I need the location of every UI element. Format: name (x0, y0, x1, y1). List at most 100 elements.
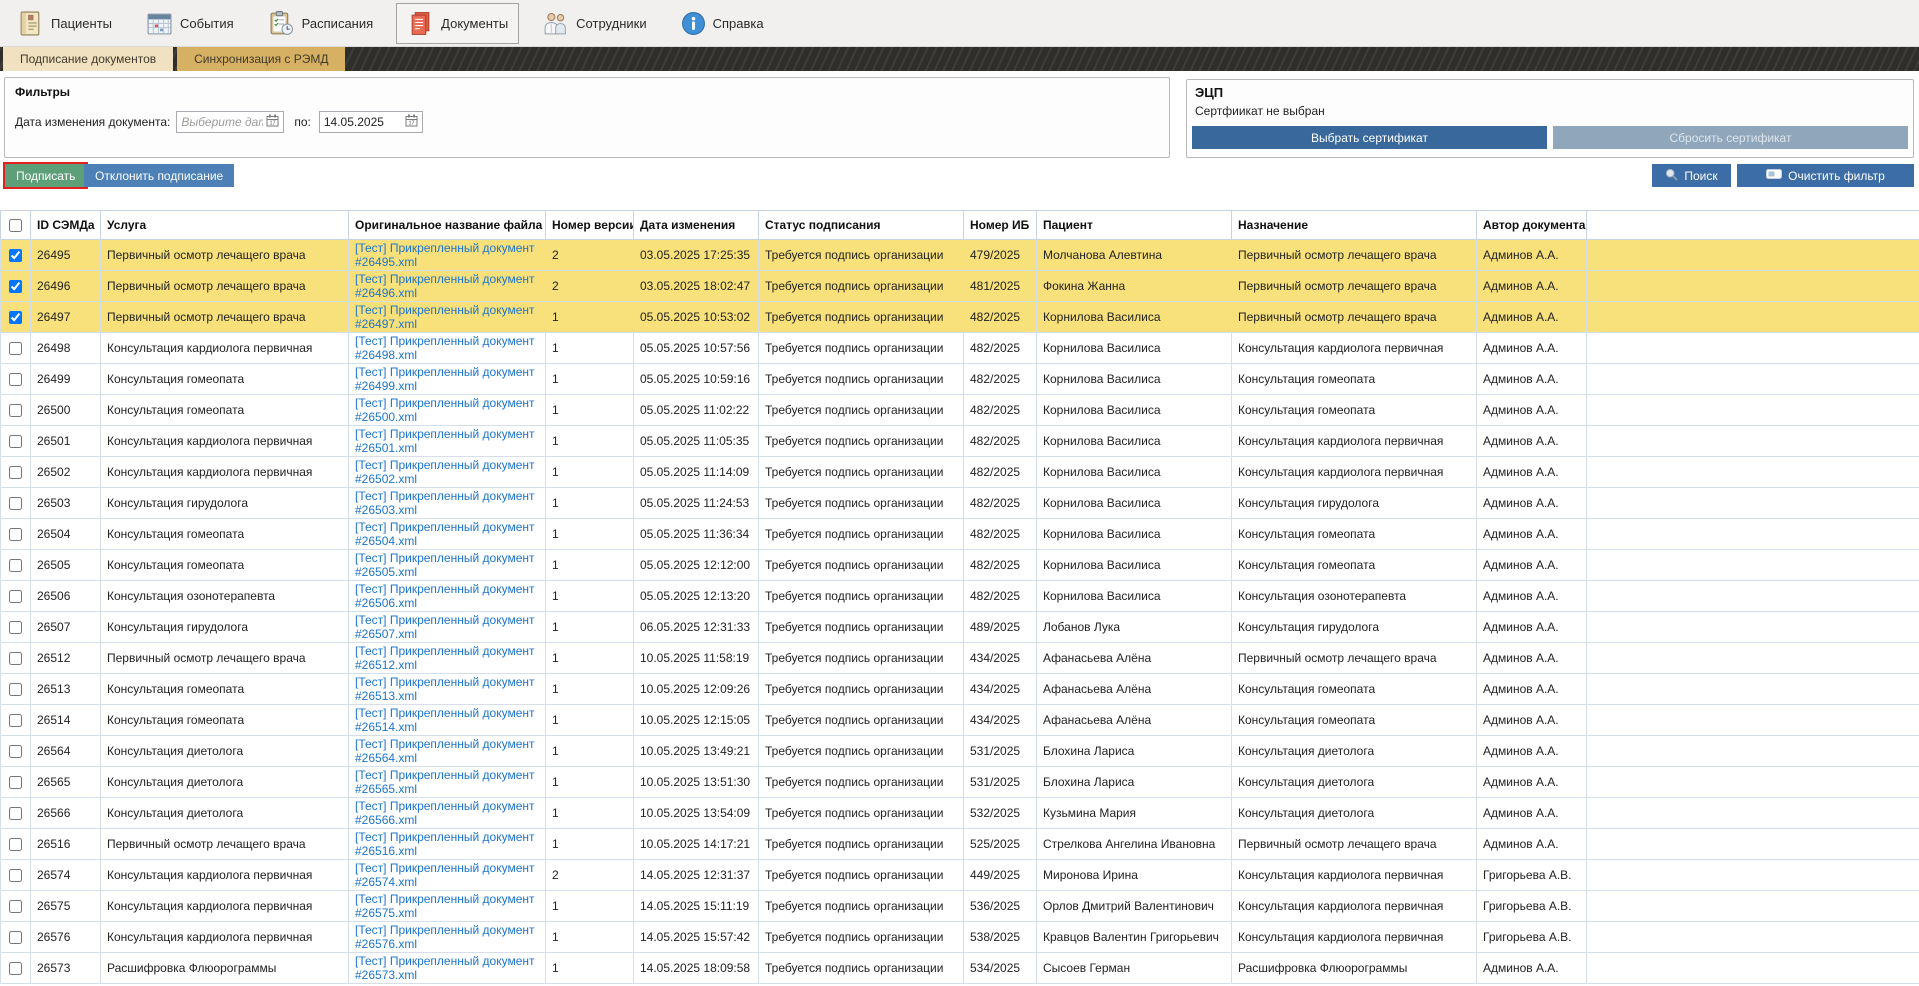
column-header-purpose[interactable]: Назначение (1232, 211, 1477, 240)
file-link[interactable]: [Тест] Прикрепленный документ #26566.xml (355, 799, 535, 827)
file-link[interactable]: [Тест] Прикрепленный документ #26564.xml (355, 737, 535, 765)
decline-signing-button[interactable]: Отклонить подписание (84, 164, 234, 187)
column-header-version[interactable]: Номер версии (546, 211, 634, 240)
file-link[interactable]: [Тест] Прикрепленный документ #26514.xml (355, 706, 535, 734)
file-link[interactable]: [Тест] Прикрепленный документ #26516.xml (355, 830, 535, 858)
row-checkbox[interactable] (9, 900, 22, 913)
cell-version: 1 (546, 922, 634, 953)
row-checkbox[interactable] (9, 528, 22, 541)
patients-icon (17, 10, 44, 37)
cell-author: Админов А.А. (1477, 767, 1587, 798)
column-header-filename[interactable]: Оригинальное название файла (349, 211, 546, 240)
cell-modified-date: 05.05.2025 10:59:16 (634, 364, 759, 395)
nav-events[interactable]: События (135, 3, 245, 44)
row-checkbox[interactable] (9, 435, 22, 448)
tab-document-signing[interactable]: Подписание документов (3, 47, 173, 71)
row-checkbox[interactable] (9, 280, 22, 293)
row-checkbox-cell (1, 302, 31, 333)
cell-filename: [Тест] Прикрепленный документ #26505.xml (349, 550, 546, 581)
row-checkbox[interactable] (9, 466, 22, 479)
row-checkbox[interactable] (9, 311, 22, 324)
row-checkbox[interactable] (9, 497, 22, 510)
file-link[interactable]: [Тест] Прикрепленный документ #26495.xml (355, 241, 535, 269)
cell-patient: Молчанова Алевтина (1037, 240, 1232, 271)
row-checkbox[interactable] (9, 714, 22, 727)
row-checkbox[interactable] (9, 962, 22, 975)
row-checkbox[interactable] (9, 559, 22, 572)
file-link[interactable]: [Тест] Прикрепленный документ #26574.xml (355, 861, 535, 889)
row-checkbox[interactable] (9, 931, 22, 944)
cell-filler (1587, 798, 1919, 829)
cell-semd-id: 26574 (31, 860, 101, 891)
nav-schedules[interactable]: Расписания (257, 3, 384, 44)
column-header-service[interactable]: Услуга (101, 211, 349, 240)
column-header-author[interactable]: Автор документа (1477, 211, 1587, 240)
file-link[interactable]: [Тест] Прикрепленный документ #26499.xml (355, 365, 535, 393)
cell-signing-status: Требуется подпись организации (759, 395, 964, 426)
row-checkbox-cell (1, 271, 31, 302)
cell-modified-date: 14.05.2025 15:57:42 (634, 922, 759, 953)
file-link[interactable]: [Тест] Прикрепленный документ #26504.xml (355, 520, 535, 548)
search-button[interactable]: Поиск (1652, 164, 1731, 187)
select-certificate-button[interactable]: Выбрать сертификат (1192, 126, 1547, 149)
column-header-status[interactable]: Статус подписания (759, 211, 964, 240)
row-checkbox[interactable] (9, 776, 22, 789)
row-checkbox[interactable] (9, 807, 22, 820)
row-checkbox[interactable] (9, 745, 22, 758)
clear-filter-button[interactable]: Очистить фильтр (1737, 164, 1914, 187)
file-link[interactable]: [Тест] Прикрепленный документ #26501.xml (355, 427, 535, 455)
file-link[interactable]: [Тест] Прикрепленный документ #26565.xml (355, 768, 535, 796)
file-link[interactable]: [Тест] Прикрепленный документ #26576.xml (355, 923, 535, 951)
cell-patient: Корнилова Василиса (1037, 581, 1232, 612)
cell-filename: [Тест] Прикрепленный документ #26504.xml (349, 519, 546, 550)
file-link[interactable]: [Тест] Прикрепленный документ #26500.xml (355, 396, 535, 424)
select-all-checkbox[interactable] (9, 219, 22, 232)
cell-version: 1 (546, 767, 634, 798)
cell-semd-id: 26573 (31, 953, 101, 984)
row-checkbox[interactable] (9, 373, 22, 386)
file-link[interactable]: [Тест] Прикрепленный документ #26505.xml (355, 551, 535, 579)
date-from-input[interactable] (181, 113, 263, 131)
column-header-date[interactable]: Дата изменения (634, 211, 759, 240)
file-link[interactable]: [Тест] Прикрепленный документ #26506.xml (355, 582, 535, 610)
file-link[interactable]: [Тест] Прикрепленный документ #26498.xml (355, 334, 535, 362)
file-link[interactable]: [Тест] Прикрепленный документ #26507.xml (355, 613, 535, 641)
file-link[interactable]: [Тест] Прикрепленный документ #26496.xml (355, 272, 535, 300)
row-checkbox[interactable] (9, 652, 22, 665)
tab-remd-sync[interactable]: Синхронизация с РЭМД (177, 47, 345, 71)
nav-employees[interactable]: Сотрудники (531, 3, 657, 44)
row-checkbox[interactable] (9, 404, 22, 417)
row-checkbox[interactable] (9, 249, 22, 262)
file-link[interactable]: [Тест] Прикрепленный документ #26503.xml (355, 489, 535, 517)
column-header-id[interactable]: ID СЭМДа (31, 211, 101, 240)
file-link[interactable]: [Тест] Прикрепленный документ #26502.xml (355, 458, 535, 486)
row-checkbox-cell (1, 612, 31, 643)
calendar-icon[interactable]: 17 (266, 114, 279, 130)
calendar-icon[interactable]: 17 (405, 114, 418, 130)
row-checkbox[interactable] (9, 838, 22, 851)
nav-help[interactable]: Справка (670, 3, 775, 44)
cell-patient: Лобанов Лука (1037, 612, 1232, 643)
row-checkbox[interactable] (9, 590, 22, 603)
reset-certificate-button[interactable]: Сбросить сертификат (1553, 126, 1908, 149)
svg-text:17: 17 (270, 121, 276, 127)
file-link[interactable]: [Тест] Прикрепленный документ #26497.xml (355, 303, 535, 331)
cell-filename: [Тест] Прикрепленный документ #26496.xml (349, 271, 546, 302)
row-checkbox[interactable] (9, 621, 22, 634)
sign-button[interactable]: Подписать (3, 162, 88, 189)
nav-documents[interactable]: Документы (396, 3, 519, 44)
row-checkbox[interactable] (9, 342, 22, 355)
date-to-input[interactable] (324, 113, 402, 131)
column-header-case[interactable]: Номер ИБ (964, 211, 1037, 240)
file-link[interactable]: [Тест] Прикрепленный документ #26575.xml (355, 892, 535, 920)
nav-patients[interactable]: Пациенты (6, 3, 123, 44)
file-link[interactable]: [Тест] Прикрепленный документ #26512.xml (355, 644, 535, 672)
cell-filler (1587, 426, 1919, 457)
cell-filename: [Тест] Прикрепленный документ #26500.xml (349, 395, 546, 426)
file-link[interactable]: [Тест] Прикрепленный документ #26513.xml (355, 675, 535, 703)
file-link[interactable]: [Тест] Прикрепленный документ #26573.xml (355, 954, 535, 982)
table-row: 26575 Консультация кардиолога первичная … (1, 891, 1919, 922)
row-checkbox[interactable] (9, 683, 22, 696)
column-header-patient[interactable]: Пациент (1037, 211, 1232, 240)
row-checkbox[interactable] (9, 869, 22, 882)
